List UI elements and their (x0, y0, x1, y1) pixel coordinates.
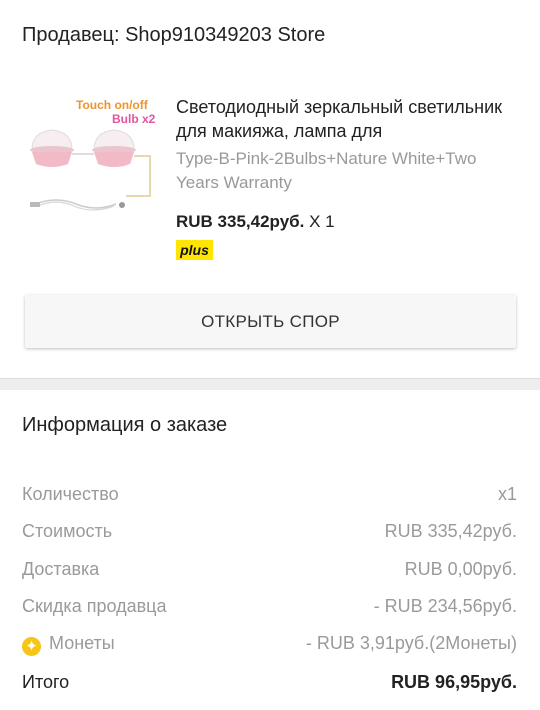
section-divider (0, 378, 540, 390)
seller-name[interactable]: Продавец: Shop910349203 Store (22, 24, 325, 47)
order-row-quantity: Количество x1 (22, 484, 517, 510)
order-row-total: Итого RUB 96,95руб. (22, 672, 517, 698)
row-value: RUB 335,42руб. (384, 521, 517, 541)
row-value: - RUB 234,56руб. (373, 596, 517, 616)
row-label: Монеты (49, 633, 115, 653)
row-label-with-icon: ✦ Монеты (22, 633, 115, 656)
row-label: Количество (22, 484, 119, 504)
price-line: RUB 335,42руб. X 1 (176, 212, 335, 232)
row-label: Доставка (22, 559, 100, 579)
row-value: RUB 0,00руб. (404, 559, 517, 579)
row-label: Стоимость (22, 521, 113, 541)
plus-badge: plus (176, 240, 213, 260)
coin-icon: ✦ (22, 637, 41, 656)
row-value: - RUB 3,91руб.(2Монеты) (305, 633, 517, 653)
product-quantity: X 1 (309, 212, 335, 231)
open-dispute-button[interactable]: ОТКРЫТЬ СПОР (25, 295, 516, 348)
product-title[interactable]: Светодиодный зеркальный светильник для м… (176, 95, 516, 143)
order-info-title: Информация о заказе (22, 414, 228, 436)
product-variant: Type-B-Pink-2Bulbs+Nature White+Two Year… (176, 149, 477, 192)
mirror-lamp-icon (30, 129, 151, 211)
order-row-coins: ✦ Монеты - RUB 3,91руб.(2Монеты) (22, 633, 517, 659)
row-label: Скидка продавца (22, 596, 167, 616)
product-price: RUB 335,42руб. (176, 212, 305, 231)
order-row-shipping: Доставка RUB 0,00руб. (22, 559, 517, 585)
row-value: x1 (497, 484, 517, 504)
row-value: RUB 96,95руб. (391, 672, 517, 692)
row-label: Итого (22, 672, 70, 692)
product-image[interactable]: Touch on/off Bulb x2 (26, 92, 158, 224)
order-row-cost: Стоимость RUB 335,42руб. (22, 521, 517, 547)
order-row-seller-discount: Скидка продавца - RUB 234,56руб. (22, 596, 517, 622)
